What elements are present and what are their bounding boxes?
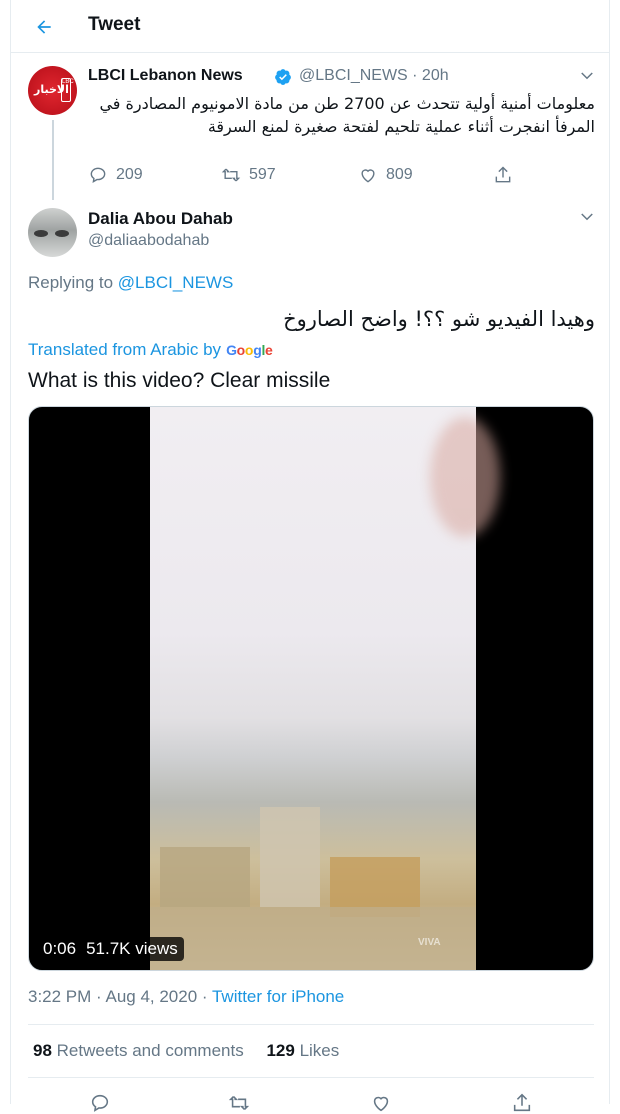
tweet-timestamp[interactable]: 3:22 PM · Aug 4, 2020 · — [28, 987, 212, 1006]
chevron-down-icon[interactable] — [578, 67, 596, 85]
tweet-stats: 98 Retweets and comments 129 Likes — [33, 1041, 339, 1061]
like-button[interactable]: 809 — [358, 165, 413, 185]
retweet-count: 597 — [249, 166, 276, 183]
heart-icon — [361, 169, 375, 183]
tweet-meta: 3:22 PM · Aug 4, 2020 · Twitter for iPho… — [28, 987, 344, 1007]
thread-line — [52, 120, 54, 200]
page-header: Tweet — [11, 0, 609, 53]
page-title: Tweet — [88, 14, 141, 35]
divider — [28, 1077, 594, 1078]
author-name[interactable]: Dalia Abou Dahab — [88, 209, 233, 229]
share-icon — [495, 166, 511, 183]
retweet-button[interactable]: 597 — [221, 165, 276, 185]
reply-button[interactable]: 209 — [88, 165, 143, 185]
retweet-icon[interactable] — [228, 1092, 250, 1114]
video-info: 0:06 51.7K views — [37, 937, 184, 961]
chevron-down-icon[interactable] — [578, 208, 596, 226]
video-views: 51.7K views — [86, 939, 178, 958]
arrow-left-icon — [37, 20, 51, 34]
video-watermark: VIVA — [418, 937, 441, 948]
author-name[interactable]: LBCI Lebanon News — [88, 67, 243, 85]
like-count: 809 — [386, 166, 413, 183]
avatar-eye — [55, 230, 69, 237]
google-logo: Google — [226, 342, 273, 358]
tweet-text: وهيدا الفيديو شو ؟؟! واضح الصاروخ — [283, 307, 595, 331]
tweet-actions: 209 597 809 — [88, 165, 518, 189]
video-frame — [150, 407, 500, 970]
divider — [28, 1024, 594, 1025]
video-duration: 0:06 — [43, 939, 77, 958]
video-building — [160, 847, 250, 907]
share-icon[interactable] — [511, 1092, 533, 1114]
replying-to: Replying to @LBCI_NEWS — [28, 273, 233, 293]
reply-icon — [90, 167, 106, 184]
video-building — [260, 807, 320, 907]
avatar[interactable] — [28, 208, 77, 257]
avatar-eye — [34, 230, 48, 237]
retweets-label: Retweets and comments — [51, 1041, 244, 1060]
retweets-count: 98 — [33, 1041, 52, 1060]
retweet-icon — [221, 168, 241, 182]
video-player[interactable]: VIVA 0:06 51.7K views — [28, 406, 594, 971]
verified-badge-icon — [275, 69, 291, 85]
translation-text: What is this video? Clear missile — [28, 369, 331, 392]
bottom-actions — [11, 1088, 609, 1112]
lbc-logo: LBC — [61, 78, 74, 102]
replying-to-link[interactable]: @LBCI_NEWS — [118, 273, 234, 292]
reply-count: 209 — [116, 166, 143, 183]
reply-icon[interactable] — [89, 1092, 111, 1114]
author-handle[interactable]: @daliaabodahab — [88, 232, 209, 250]
video-smoke — [430, 417, 500, 537]
retweets-stat[interactable]: 98 Retweets and comments — [33, 1041, 244, 1060]
likes-count: 129 — [266, 1041, 295, 1060]
translated-label[interactable]: Translated from Arabic by Google — [28, 340, 273, 360]
author-handle-time[interactable]: @LBCI_NEWS · 20h — [299, 67, 449, 85]
replying-prefix: Replying to — [28, 273, 118, 292]
tweet-source[interactable]: Twitter for iPhone — [212, 987, 344, 1006]
likes-label: Likes — [294, 1041, 340, 1060]
tweet-page: Tweet الاخبار LBC LBCI Lebanon News @LBC… — [10, 0, 610, 1112]
share-button[interactable] — [493, 165, 521, 185]
translated-text: Translated from Arabic by — [28, 340, 222, 359]
likes-stat[interactable]: 129 Likes — [266, 1041, 339, 1060]
heart-icon[interactable] — [370, 1092, 392, 1114]
avatar[interactable]: الاخبار LBC — [28, 66, 77, 115]
tweet-text: معلومات أمنية أولية تتحدث عن 2700 طن من … — [99, 94, 595, 136]
back-button[interactable] — [31, 14, 57, 40]
